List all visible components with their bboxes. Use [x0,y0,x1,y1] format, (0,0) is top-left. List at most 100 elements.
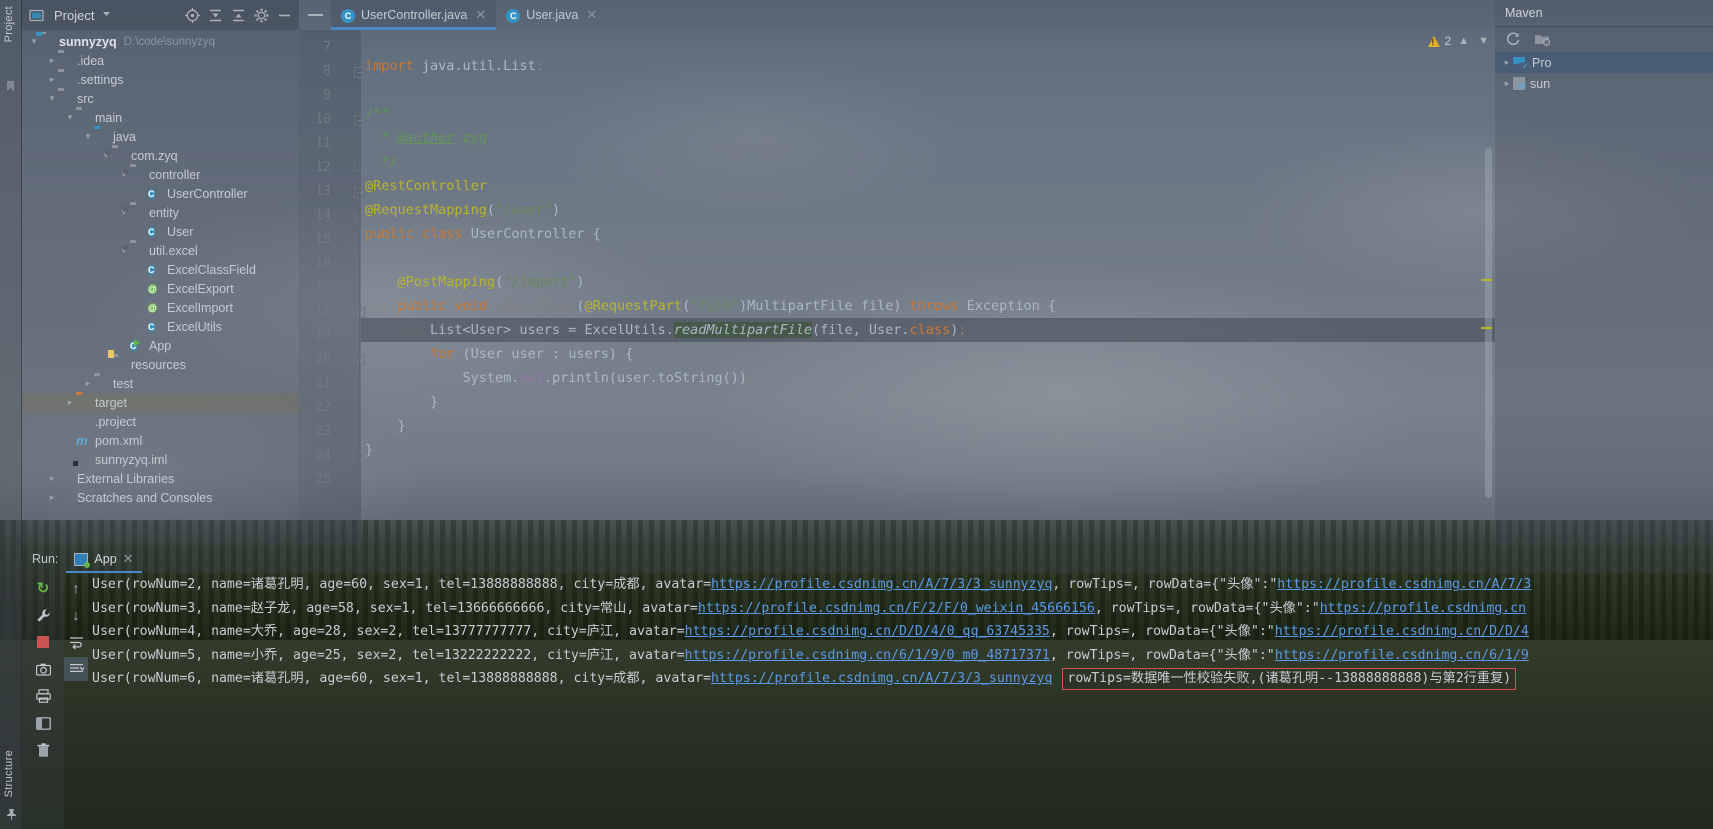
tree-item-usercontroller[interactable]: ▸CUserController [22,184,299,203]
chevron-down-icon[interactable]: ▾ [64,112,76,123]
code-line[interactable]: System.out.println(user.toString()); [361,366,1495,390]
add-maven-project-icon[interactable] [1534,31,1551,48]
tree-item-excelclassfield[interactable]: ▸CExcelClassField [22,260,299,279]
console-link[interactable]: https://profile.csdnimg.cn/D/D/4/0_qq_63… [685,624,1050,639]
maven-tree[interactable]: ▸ Pro ▸ sun [1495,52,1713,94]
tree-item-target[interactable]: ▸ target [22,393,299,412]
editor-gutter[interactable]: 78–910–111213–1415161718–1920–2122232425 [299,30,365,545]
console-line[interactable]: User(rowNum=6, name=诸葛孔明, age=60, sex=1,… [86,667,1713,691]
chevron-right-icon[interactable]: ▸ [46,473,58,484]
tree-item--idea[interactable]: ▸ .idea [22,51,299,70]
tree-item-com-zyq[interactable]: ▾ com.zyq [22,146,299,165]
code-line[interactable]: } [361,414,1495,438]
tree-item-util-excel[interactable]: ▾ util.excel [22,241,299,260]
tree-item-external-libraries[interactable]: ▸ External Libraries [22,469,299,488]
chevron-right-icon[interactable]: ▸ [46,55,58,66]
layout-icon[interactable] [31,711,55,735]
print-icon[interactable] [31,684,55,708]
locate-icon[interactable] [184,7,201,24]
console-link[interactable]: https://profile.csdnimg.cn/6/1/9 [1275,648,1529,663]
code-line[interactable]: } [361,438,1495,462]
tree-item-sunnyzyq[interactable]: ▾ sunnyzyq D:\code\sunnyzyq [22,32,299,51]
code-line[interactable] [361,246,1495,270]
chevron-down-icon[interactable]: ▾ [28,36,40,47]
refresh-icon[interactable] [1505,31,1522,48]
collapse-all-icon[interactable] [230,7,247,24]
previous-problem-icon[interactable]: ▲ [1456,35,1471,47]
maven-item-pro[interactable]: ▸ Pro [1495,52,1713,73]
tree-item-pom-xml[interactable]: ▸mpom.xml [22,431,299,450]
code-line[interactable]: List<User> users = ExcelUtils.readMultip… [361,318,1495,342]
trash-icon[interactable] [31,738,55,762]
rerun-icon[interactable]: ↻ [31,576,55,600]
next-problem-icon[interactable]: ▼ [1476,35,1491,47]
code-line[interactable]: * @author zyq [361,126,1495,150]
run-tab-app[interactable]: App ✕ [66,545,142,573]
camera-icon[interactable] [31,657,55,681]
chevron-down-icon[interactable]: ▾ [82,131,94,142]
code-line[interactable] [361,30,1495,54]
console-link[interactable]: https://profile.csdnimg.cn/A/7/3 [1277,577,1531,592]
tree-item-sunnyzyq-iml[interactable]: ▸sunnyzyq.iml [22,450,299,469]
tree-item-user[interactable]: ▸CUser [22,222,299,241]
tree-item-excelutils[interactable]: ▸CExcelUtils [22,317,299,336]
tree-item--settings[interactable]: ▸ .settings [22,70,299,89]
console-line[interactable]: User(rowNum=5, name=小乔, age=25, sex=2, t… [86,644,1713,668]
code-line[interactable]: @RestController [361,174,1495,198]
tree-item-java[interactable]: ▾ java [22,127,299,146]
code-line[interactable] [361,78,1495,102]
code-line[interactable]: for (User user : users) { [361,342,1495,366]
tree-item-excelexport[interactable]: ▸@ExcelExport [22,279,299,298]
source-code-text[interactable]: import java.util.List; /** * @author zyq… [361,30,1495,545]
console-link[interactable]: https://profile.csdnimg.cn/F/2/F/0_weixi… [698,601,1095,616]
inspection-widget[interactable]: 2 ▲ ▼ [1427,34,1491,48]
tree-item-controller[interactable]: ▾ controller [22,165,299,184]
warning-marker[interactable] [1481,327,1492,329]
code-line[interactable]: } [361,390,1495,414]
chevron-down-icon[interactable]: ▾ [46,93,58,104]
tree-item-app[interactable]: ▸CApp [22,336,299,355]
stop-icon[interactable] [31,630,55,654]
close-icon[interactable]: ✕ [475,7,486,23]
scroll-up-icon[interactable]: ↑ [64,576,88,600]
chevron-right-icon[interactable]: ▸ [64,397,76,408]
scrollbar-thumb[interactable] [1485,148,1492,498]
close-icon[interactable]: ✕ [123,551,134,567]
editor-tab-user[interactable]: C User.java ✕ [496,0,607,30]
tool-window-button-project[interactable]: Project [3,6,19,42]
code-line[interactable]: */ [361,150,1495,174]
chevron-right-icon[interactable]: ▸ [1501,78,1513,89]
warning-marker[interactable] [1481,279,1492,281]
settings-wrench-icon[interactable] [31,603,55,627]
console-link[interactable]: https://profile.csdnimg.cn [1320,601,1526,616]
code-line[interactable]: /** [361,102,1495,126]
code-line[interactable]: @PostMapping("/import") [361,270,1495,294]
settings-gear-icon[interactable] [253,7,270,24]
console-line[interactable]: User(rowNum=3, name=赵子龙, age=58, sex=1, … [86,597,1713,621]
chevron-down-icon[interactable] [100,7,117,24]
tool-window-button-structure[interactable]: Structure [3,750,19,797]
scroll-to-end-icon[interactable] [64,657,88,681]
chevron-right-icon[interactable]: ▸ [1501,57,1513,68]
console-output[interactable]: User(rowNum=2, name=诸葛孔明, age=60, sex=1,… [86,573,1713,829]
pin-icon[interactable] [5,808,18,821]
console-link[interactable]: https://profile.csdnimg.cn/6/1/9/0_m0_48… [685,648,1050,663]
code-line[interactable]: @RequestMapping("/user") [361,198,1495,222]
chevron-right-icon[interactable]: ▸ [46,74,58,85]
console-link[interactable]: https://profile.csdnimg.cn/D/D/4 [1275,624,1529,639]
code-line[interactable]: public void importUser(@RequestPart("fil… [361,294,1495,318]
tree-item-test[interactable]: ▸ test [22,374,299,393]
tree-item-src[interactable]: ▾ src [22,89,299,108]
hide-tabs-icon[interactable] [299,0,331,30]
tree-item-resources[interactable]: ▸resources [22,355,299,374]
tree-item--project[interactable]: ▸.project [22,412,299,431]
tree-item-entity[interactable]: ▾ entity [22,203,299,222]
tree-item-excelimport[interactable]: ▸@ExcelImport [22,298,299,317]
chevron-right-icon[interactable]: ▸ [82,378,94,389]
tree-item-main[interactable]: ▾ main [22,108,299,127]
bookmark-icon[interactable] [5,80,18,93]
code-line[interactable]: public class UserController { [361,222,1495,246]
editor-scrollbar[interactable] [1481,36,1493,498]
code-line[interactable] [361,462,1495,486]
code-line[interactable]: import java.util.List; [361,54,1495,78]
